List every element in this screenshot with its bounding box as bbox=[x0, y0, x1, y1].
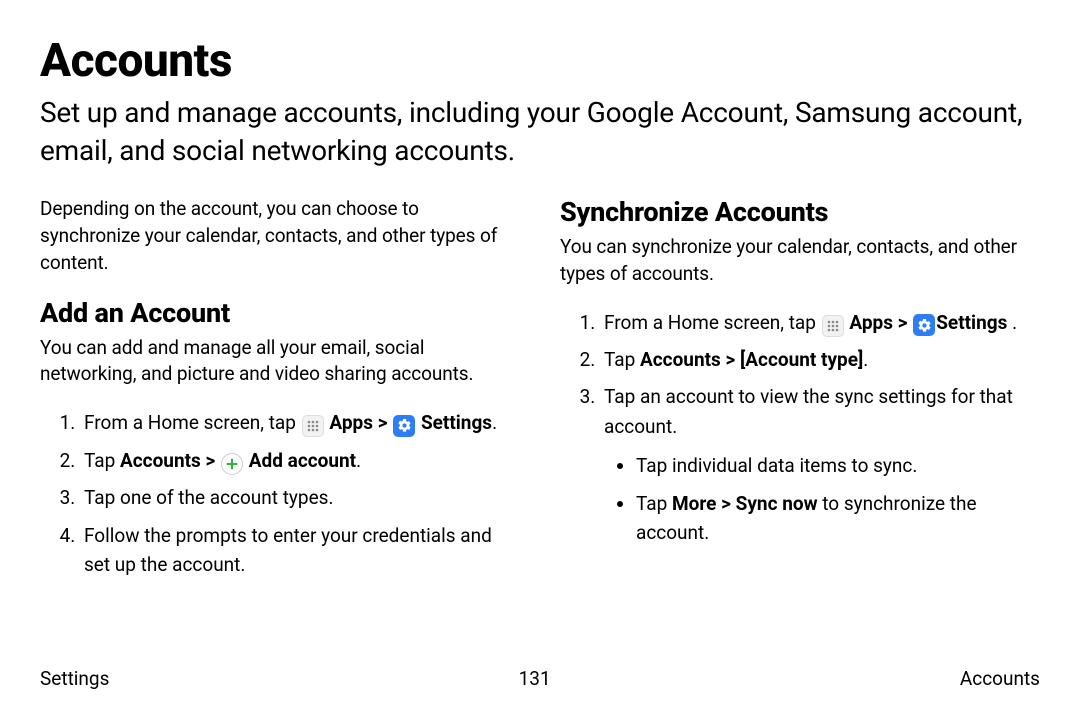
accounts-label: Accounts bbox=[120, 449, 201, 472]
sync-steps: From a Home screen, tap Apps > Settings … bbox=[560, 308, 1040, 548]
list-item: Tap one of the account types. bbox=[80, 483, 520, 512]
settings-icon bbox=[393, 415, 415, 437]
page-title: Accounts bbox=[40, 34, 1040, 88]
bullet-text: Tap bbox=[636, 492, 672, 515]
step-text: Tap an account to view the sync settings… bbox=[604, 385, 1013, 437]
settings-label: Settings bbox=[421, 411, 492, 434]
right-column: Synchronize Accounts You can synchronize… bbox=[560, 196, 1040, 588]
settings-icon bbox=[913, 314, 935, 336]
footer-right: Accounts bbox=[960, 667, 1040, 690]
add-account-heading: Add an Account bbox=[40, 297, 520, 329]
chevron-right-icon: > bbox=[201, 449, 220, 472]
left-preface: Depending on the account, you can choose… bbox=[40, 196, 520, 277]
footer-page-number: 131 bbox=[519, 667, 551, 690]
list-item: From a Home screen, tap Apps > Settings … bbox=[600, 308, 1040, 337]
step-text-end: . bbox=[863, 348, 868, 371]
list-item: Tap an account to view the sync settings… bbox=[600, 382, 1040, 547]
step-text: Tap bbox=[84, 449, 120, 472]
sync-sub-bullets: Tap individual data items to sync. Tap M… bbox=[604, 451, 1040, 547]
footer-left: Settings bbox=[40, 667, 109, 690]
list-item: Tap More > Sync now to synchronize the a… bbox=[636, 489, 1040, 548]
page-intro: Set up and manage accounts, including yo… bbox=[40, 94, 1040, 170]
left-column: Depending on the account, you can choose… bbox=[40, 196, 520, 588]
list-item: Tap individual data items to sync. bbox=[636, 451, 1040, 480]
add-account-steps: From a Home screen, tap Apps > Settings.… bbox=[40, 408, 520, 579]
apps-label: Apps bbox=[329, 411, 373, 434]
content-columns: Depending on the account, you can choose… bbox=[40, 196, 1040, 588]
sync-heading: Synchronize Accounts bbox=[560, 196, 1040, 228]
manual-page: Accounts Set up and manage accounts, inc… bbox=[0, 0, 1080, 720]
plus-icon bbox=[221, 453, 243, 475]
more-syncnow-label: More > Sync now bbox=[672, 492, 818, 515]
page-footer: Settings 131 Accounts bbox=[40, 667, 1040, 690]
chevron-right-icon: > bbox=[378, 411, 393, 434]
step-text: From a Home screen, tap bbox=[604, 311, 821, 334]
list-item: Tap Accounts > [Account type]. bbox=[600, 345, 1040, 374]
accounts-type-label: Accounts > [Account type] bbox=[640, 348, 863, 371]
add-account-label: Add account bbox=[249, 449, 356, 472]
apps-label: Apps bbox=[849, 311, 893, 334]
step-text-end: . bbox=[1007, 311, 1017, 334]
list-item: Follow the prompts to enter your credent… bbox=[80, 521, 520, 580]
chevron-right-icon: > bbox=[898, 311, 913, 334]
apps-icon bbox=[302, 415, 324, 437]
step-text: From a Home screen, tap bbox=[84, 411, 301, 434]
step-text: Tap bbox=[604, 348, 640, 371]
step-text-end: . bbox=[492, 411, 497, 434]
list-item: Tap Accounts > Add account. bbox=[80, 446, 520, 475]
settings-label: Settings bbox=[936, 311, 1007, 334]
step-text-end: . bbox=[356, 449, 361, 472]
list-item: From a Home screen, tap Apps > Settings. bbox=[80, 408, 520, 437]
apps-icon bbox=[822, 315, 844, 337]
sync-desc: You can synchronize your calendar, conta… bbox=[560, 234, 1040, 288]
add-account-desc: You can add and manage all your email, s… bbox=[40, 335, 520, 389]
